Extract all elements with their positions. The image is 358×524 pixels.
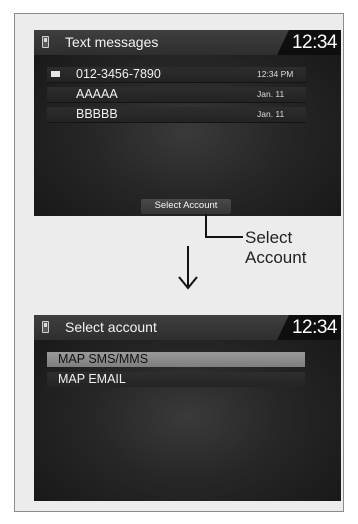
message-sender: 012-3456-7890 (76, 67, 161, 81)
account-item-map-email[interactable]: MAP EMAIL (47, 372, 305, 387)
select-account-screen: Select account 12:34 MAP SMS/MMS MAP EMA… (34, 315, 341, 501)
clock-time: 12:34 (291, 317, 338, 338)
callout-line-1: Select (245, 228, 293, 247)
message-sender: AAAAA (76, 87, 118, 101)
account-label: MAP EMAIL (58, 372, 126, 386)
envelope-icon (51, 71, 60, 77)
message-date: 12:34 PM (257, 69, 294, 79)
message-sender: BBBBB (76, 107, 118, 121)
message-date: Jan. 11 (257, 109, 285, 119)
message-row[interactable]: 012-3456-7890 12:34 PM (47, 67, 306, 83)
screen-title: Text messages (65, 34, 159, 50)
account-item-map-sms-mms[interactable]: MAP SMS/MMS (47, 352, 305, 367)
select-account-softkey[interactable]: Select Account (141, 199, 231, 214)
softkey-label: Select Account (154, 200, 218, 211)
callout-label: Select Account (245, 228, 306, 268)
down-arrow-icon (178, 246, 198, 290)
screen-title: Select account (65, 319, 157, 335)
phone-icon (42, 321, 49, 333)
account-label: MAP SMS/MMS (58, 352, 149, 366)
message-date: Jan. 11 (257, 89, 285, 99)
phone-icon (42, 36, 49, 48)
callout-line-2: Account (245, 248, 307, 267)
clock-time: 12:34 (291, 32, 338, 53)
message-row[interactable]: BBBBB Jan. 11 (47, 107, 306, 123)
message-row[interactable]: AAAAA Jan. 11 (47, 87, 306, 103)
